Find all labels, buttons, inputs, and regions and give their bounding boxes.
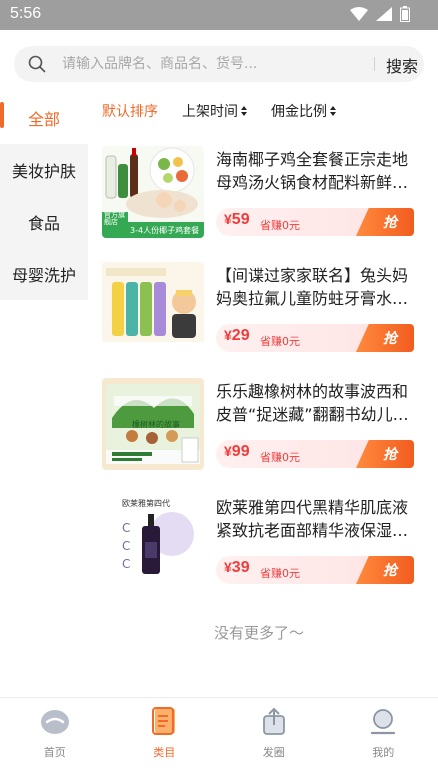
price-bar: ¥99 省赚0元 抢 [216, 440, 414, 468]
price-symbol: ¥ [224, 211, 232, 227]
nav-label: 发圈 [262, 746, 285, 759]
profile-icon [371, 709, 396, 735]
sidebar-item-label: 美妆护肤 [11, 162, 76, 181]
signal-icon [376, 7, 392, 21]
grab-button[interactable]: 抢 [356, 440, 414, 468]
battery-icon [400, 6, 410, 22]
wifi-icon [350, 7, 368, 21]
price-symbol: ¥ [224, 559, 232, 575]
price-value: 39 [231, 559, 250, 576]
sort-label: 默认排序 [102, 104, 158, 120]
sidebar-item-baby[interactable]: 母婴洗护 [0, 248, 88, 300]
nav-share[interactable]: 发圈 [219, 698, 329, 779]
earn-label: 省赚0元 [260, 567, 300, 580]
svg-text:C: C [122, 539, 130, 553]
price-symbol: ¥ [224, 443, 232, 459]
search-divider [374, 57, 375, 71]
thumb-caption: 3-4人份椰子鸡套餐 [130, 226, 200, 235]
bottom-nav: 首页 类目 发圈 我的 [0, 697, 438, 779]
share-icon [262, 707, 285, 735]
product-card[interactable]: 【间谍过家家联名】兔头妈妈奥拉氟儿童防蛀牙膏水… ¥29 省赚0元 抢 [102, 262, 422, 362]
sort-label: 上架时间 [182, 104, 238, 120]
nav-home[interactable]: 首页 [0, 698, 110, 779]
product-price: ¥39 [224, 559, 250, 577]
category-icon [152, 707, 176, 735]
sort-bar: 默认排序 上架时间 佣金比例 [102, 100, 336, 122]
category-sidebar: 全部 美妆护肤 食品 母婴洗护 [0, 92, 88, 300]
sort-caret-icon [330, 106, 336, 116]
product-image-picture-book[interactable]: 橡树林的故事 [102, 378, 204, 470]
product-card[interactable]: C C C 欧莱雅第四代 欧莱雅第四代黑精华肌底液紧致抗老面部精华液保湿… ¥3… [102, 494, 422, 594]
grab-button[interactable]: 抢 [356, 556, 414, 584]
thumb-caption: 欧莱雅第四代 [122, 499, 170, 508]
nav-label: 首页 [43, 746, 66, 759]
product-price: ¥29 [224, 327, 250, 345]
toothpaste-image [102, 262, 204, 354]
nav-label: 类目 [153, 746, 176, 759]
status-icons [350, 6, 410, 22]
product-image-serum[interactable]: C C C 欧莱雅第四代 [102, 494, 204, 586]
earn-label: 省赚0元 [260, 219, 300, 232]
home-icon [40, 710, 69, 734]
grab-button[interactable]: 抢 [356, 324, 414, 352]
product-title[interactable]: 乐乐趣橡树林的故事波西和皮普“捉迷藏”翻翻书幼儿… [216, 380, 418, 426]
search-bar: 搜索 [14, 46, 424, 82]
nav-label: 我的 [372, 746, 395, 759]
search-input[interactable] [62, 52, 362, 76]
product-price: ¥99 [224, 443, 250, 461]
price-bar: ¥39 省赚0元 抢 [216, 556, 414, 584]
grab-button[interactable]: 抢 [356, 208, 414, 236]
sort-default[interactable]: 默认排序 [102, 101, 158, 121]
product-image-toothpaste[interactable] [102, 262, 204, 354]
price-bar: ¥29 省赚0元 抢 [216, 324, 414, 352]
price-value: 99 [231, 443, 250, 460]
status-bar: 5:56 [0, 0, 438, 30]
price-value: 59 [231, 211, 250, 228]
search-icon [28, 55, 46, 73]
thumb-badge: 官方旗舰店 [104, 211, 125, 226]
thumb-caption: 橡树林的故事 [132, 420, 180, 429]
svg-text:C: C [122, 557, 130, 571]
nav-profile[interactable]: 我的 [329, 698, 438, 779]
product-price: ¥59 [224, 211, 250, 229]
status-time: 5:56 [10, 5, 42, 22]
sort-commission[interactable]: 佣金比例 [271, 101, 336, 121]
product-image-coconut-chicken[interactable]: 官方旗舰店 3-4人份椰子鸡套餐 [102, 146, 204, 238]
sidebar-item-label: 食品 [27, 214, 60, 233]
sidebar-item-label: 全部 [27, 110, 60, 129]
search-button[interactable]: 搜索 [386, 53, 418, 77]
sort-label: 佣金比例 [271, 104, 327, 120]
product-card[interactable]: 橡树林的故事 乐乐趣橡树林的故事波西和皮普“捉迷藏”翻翻书幼儿… ¥99 省赚0… [102, 378, 422, 478]
sidebar-item-all[interactable]: 全部 [0, 92, 88, 144]
sidebar-item-label: 母婴洗护 [11, 266, 76, 285]
svg-text:C: C [122, 521, 130, 535]
nav-category[interactable]: 类目 [110, 698, 220, 779]
sidebar-item-beauty[interactable]: 美妆护肤 [0, 144, 88, 196]
product-card[interactable]: 官方旗舰店 3-4人份椰子鸡套餐 海南椰子鸡全套餐正宗走地母鸡汤火锅食材配料新鲜… [102, 146, 422, 246]
price-symbol: ¥ [224, 327, 232, 343]
product-title[interactable]: 欧莱雅第四代黑精华肌底液紧致抗老面部精华液保湿… [216, 496, 418, 542]
earn-label: 省赚0元 [260, 335, 300, 348]
price-bar: ¥59 省赚0元 抢 [216, 208, 414, 236]
product-title[interactable]: 海南椰子鸡全套餐正宗走地母鸡汤火锅食材配料新鲜… [216, 148, 418, 194]
earn-label: 省赚0元 [260, 451, 300, 464]
no-more-text: 没有更多了～ [214, 624, 305, 642]
price-value: 29 [231, 327, 250, 344]
sidebar-item-food[interactable]: 食品 [0, 196, 88, 248]
sort-caret-icon [241, 106, 247, 116]
product-title[interactable]: 【间谍过家家联名】兔头妈妈奥拉氟儿童防蛀牙膏水… [216, 264, 418, 310]
sort-listing-time[interactable]: 上架时间 [182, 101, 247, 121]
